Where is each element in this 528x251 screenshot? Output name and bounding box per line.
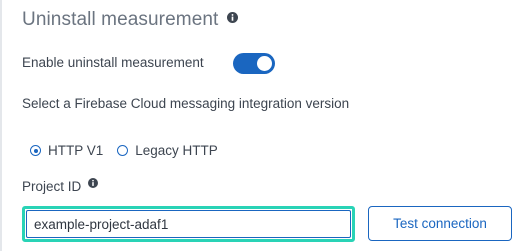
enable-uninstall-label: Enable uninstall measurement (22, 55, 204, 70)
radio-legacy-http-label: Legacy HTTP (135, 143, 218, 158)
section-title: Uninstall measurement (22, 9, 219, 30)
radio-legacy-http[interactable]: Legacy HTTP (117, 143, 218, 158)
enable-uninstall-toggle[interactable] (233, 53, 275, 74)
radio-checked-icon (30, 145, 41, 156)
radio-http-v1-label: HTTP V1 (48, 143, 104, 158)
info-icon[interactable] (227, 11, 239, 23)
radio-http-v1[interactable]: HTTP V1 (30, 143, 103, 158)
project-id-label-row: Project ID (22, 177, 99, 194)
radio-unchecked-icon (117, 145, 129, 156)
project-id-label: Project ID (22, 179, 82, 194)
panel-divider (0, 0, 2, 251)
project-id-focus-ring (22, 206, 355, 242)
project-id-input[interactable] (26, 210, 351, 238)
section-heading: Uninstall measurement (22, 9, 239, 31)
toggle-knob (257, 56, 272, 71)
info-icon[interactable] (88, 177, 99, 188)
test-connection-button[interactable]: Test connection (368, 206, 512, 241)
integration-version-prompt: Select a Firebase Cloud messaging integr… (22, 96, 350, 111)
uninstall-measurement-panel: Uninstall measurement Enable uninstall m… (0, 0, 528, 251)
integration-version-radio-group: HTTP V1 Legacy HTTP (30, 143, 218, 158)
